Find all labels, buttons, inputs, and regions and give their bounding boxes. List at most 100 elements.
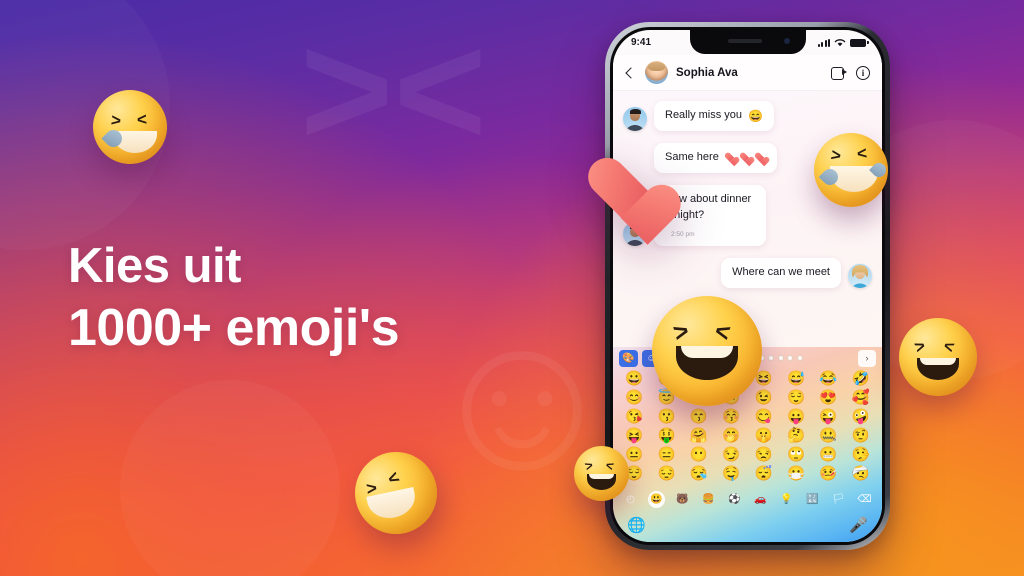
status-bar: 9:41 bbox=[613, 30, 882, 55]
eye-right: < bbox=[711, 316, 734, 348]
message-emoji: 😄 bbox=[748, 108, 763, 123]
phone-mockup: 9:41 Sophia Ava i Really miss you 😄 Same… bbox=[605, 22, 890, 550]
phone-screen: 9:41 Sophia Ava i Really miss you 😄 Same… bbox=[613, 30, 882, 542]
emoji-key[interactable]: 🤕 bbox=[852, 467, 870, 482]
headline-line-2: 1000+ emoji's bbox=[68, 298, 400, 357]
emoji-key[interactable]: 🥰 bbox=[852, 391, 870, 406]
eye-right: < bbox=[136, 109, 148, 130]
emoji-key[interactable]: 😶 bbox=[690, 448, 708, 463]
back-chevron-icon[interactable] bbox=[623, 66, 637, 80]
laughing-tilted-emoji: > < bbox=[344, 441, 448, 545]
laughing-emoji: > < bbox=[652, 296, 762, 406]
emoji-category-bar[interactable]: ◴ 😃 🐻 🍔 ⚽ 🚗 💡 🔣 🏳 ⌫ bbox=[613, 486, 882, 512]
category-activities-icon[interactable]: ⚽ bbox=[726, 491, 743, 508]
globe-icon[interactable]: 🌐 bbox=[627, 516, 646, 534]
contact-name: Sophia Ava bbox=[676, 66, 738, 79]
eye-left: > bbox=[829, 145, 843, 166]
emoji-key[interactable]: 😝 bbox=[625, 429, 643, 444]
emoji-key[interactable]: 😷 bbox=[787, 467, 805, 482]
message-text: Same here bbox=[665, 150, 719, 163]
emoji-key[interactable]: 😑 bbox=[658, 448, 676, 463]
emoji-key[interactable]: 🤪 bbox=[852, 410, 870, 425]
emoji-key[interactable]: 😛 bbox=[787, 410, 805, 425]
eye-left: > bbox=[110, 110, 122, 131]
palette-icon[interactable]: 🎨 bbox=[619, 349, 638, 367]
emoji-key[interactable]: 🤥 bbox=[852, 448, 870, 463]
emoji-key[interactable]: 🤑 bbox=[658, 429, 676, 444]
emoji-key[interactable]: 😚 bbox=[722, 410, 740, 425]
rofl-emoji: > < bbox=[93, 90, 167, 164]
category-symbols-icon[interactable]: 🔣 bbox=[804, 491, 821, 508]
emoji-key[interactable]: 😔 bbox=[658, 467, 676, 482]
mic-icon[interactable]: 🎤 bbox=[849, 516, 868, 534]
chat-header: Sophia Ava i bbox=[613, 55, 882, 91]
grinning-squint-emoji: > < bbox=[899, 318, 977, 396]
heart-reactions bbox=[725, 153, 766, 163]
emoji-key[interactable]: 🤨 bbox=[852, 429, 870, 444]
emoji-key[interactable]: 🤔 bbox=[787, 429, 805, 444]
mouth bbox=[676, 346, 738, 380]
category-backspace-icon[interactable]: ⌫ bbox=[856, 491, 873, 508]
emoji-key[interactable]: 🤐 bbox=[819, 429, 837, 444]
emoji-key[interactable]: 😌 bbox=[787, 391, 805, 406]
eye-right: < bbox=[856, 143, 868, 164]
phone-bezel: 9:41 Sophia Ava i Really miss you 😄 Same… bbox=[610, 27, 885, 545]
rofl-emoji: > < bbox=[814, 133, 889, 207]
emoji-key[interactable]: 😍 bbox=[819, 391, 837, 406]
info-icon[interactable]: i bbox=[856, 65, 870, 80]
emoji-key[interactable]: 🤗 bbox=[690, 429, 708, 444]
poster-stage: >< ☺ Kies uit 1000+ emoji's 9:41 Sophia … bbox=[0, 0, 1024, 576]
chat-header-actions: i bbox=[831, 65, 870, 80]
category-recent-icon[interactable]: ◴ bbox=[622, 491, 639, 508]
emoji-key[interactable]: 😂 bbox=[819, 372, 837, 387]
category-animals-icon[interactable]: 🐻 bbox=[674, 491, 691, 508]
contact-avatar[interactable] bbox=[645, 61, 668, 84]
emoji-key[interactable]: 😉 bbox=[755, 391, 773, 406]
eye-left: > bbox=[670, 316, 693, 348]
bg-blob-2 bbox=[120, 380, 340, 576]
emoji-key[interactable]: 😏 bbox=[722, 448, 740, 463]
message-bubble[interactable]: Really miss you 😄 bbox=[654, 101, 774, 131]
battery-icon bbox=[850, 38, 869, 47]
category-smileys-icon[interactable]: 😃 bbox=[648, 490, 665, 508]
message-timestamp: 2:50 pm bbox=[671, 230, 695, 238]
emoji-key[interactable]: 🤤 bbox=[722, 467, 740, 482]
emoji-key[interactable]: 😐 bbox=[625, 448, 643, 463]
message-text: Where can we meet bbox=[732, 266, 830, 279]
category-objects-icon[interactable]: 💡 bbox=[778, 491, 795, 508]
category-food-icon[interactable]: 🍔 bbox=[700, 491, 717, 508]
emoji-key[interactable]: 😗 bbox=[658, 410, 676, 425]
emoji-key[interactable]: 😴 bbox=[755, 467, 773, 482]
emoji-key[interactable]: 🤒 bbox=[819, 467, 837, 482]
emoji-key[interactable]: 😆 bbox=[755, 372, 773, 387]
keyboard-bottom-bar: 🌐 🎤 bbox=[613, 512, 882, 542]
eye-right: < bbox=[384, 466, 403, 490]
category-travel-icon[interactable]: 🚗 bbox=[752, 491, 769, 508]
video-call-icon[interactable] bbox=[831, 67, 847, 80]
emoji-key[interactable]: 😬 bbox=[819, 448, 837, 463]
category-flags-icon[interactable]: 🏳 bbox=[830, 491, 847, 508]
mouth bbox=[587, 474, 616, 490]
chevron-right-icon[interactable]: › bbox=[858, 349, 876, 367]
emoji-key[interactable]: 😀 bbox=[625, 372, 643, 387]
emoji-key[interactable]: 😜 bbox=[819, 410, 837, 425]
emoji-key[interactable]: 🤭 bbox=[722, 429, 740, 444]
eye-right: < bbox=[941, 335, 957, 358]
avatar bbox=[848, 264, 872, 289]
message-row: Where can we meet bbox=[623, 258, 872, 289]
emoji-key[interactable]: 😒 bbox=[755, 448, 773, 463]
emoji-key[interactable]: 🙄 bbox=[787, 448, 805, 463]
message-bubble[interactable]: Where can we meet bbox=[721, 258, 841, 289]
emoji-key[interactable]: 😅 bbox=[787, 372, 805, 387]
emoji-key[interactable]: 😪 bbox=[690, 467, 708, 482]
status-time: 9:41 bbox=[631, 37, 652, 48]
emoji-key[interactable]: 🤣 bbox=[852, 372, 870, 387]
message-bubble[interactable]: Same here bbox=[654, 142, 777, 173]
emoji-key[interactable]: 🤫 bbox=[755, 429, 773, 444]
emoji-key[interactable]: 😘 bbox=[625, 410, 643, 425]
emoji-key[interactable]: 😙 bbox=[690, 410, 708, 425]
emoji-key[interactable]: 😋 bbox=[755, 410, 773, 425]
message-row: Really miss you 😄 bbox=[623, 101, 872, 131]
grinning-emoji: > < bbox=[574, 446, 629, 501]
emoji-key[interactable]: 😊 bbox=[625, 391, 643, 406]
